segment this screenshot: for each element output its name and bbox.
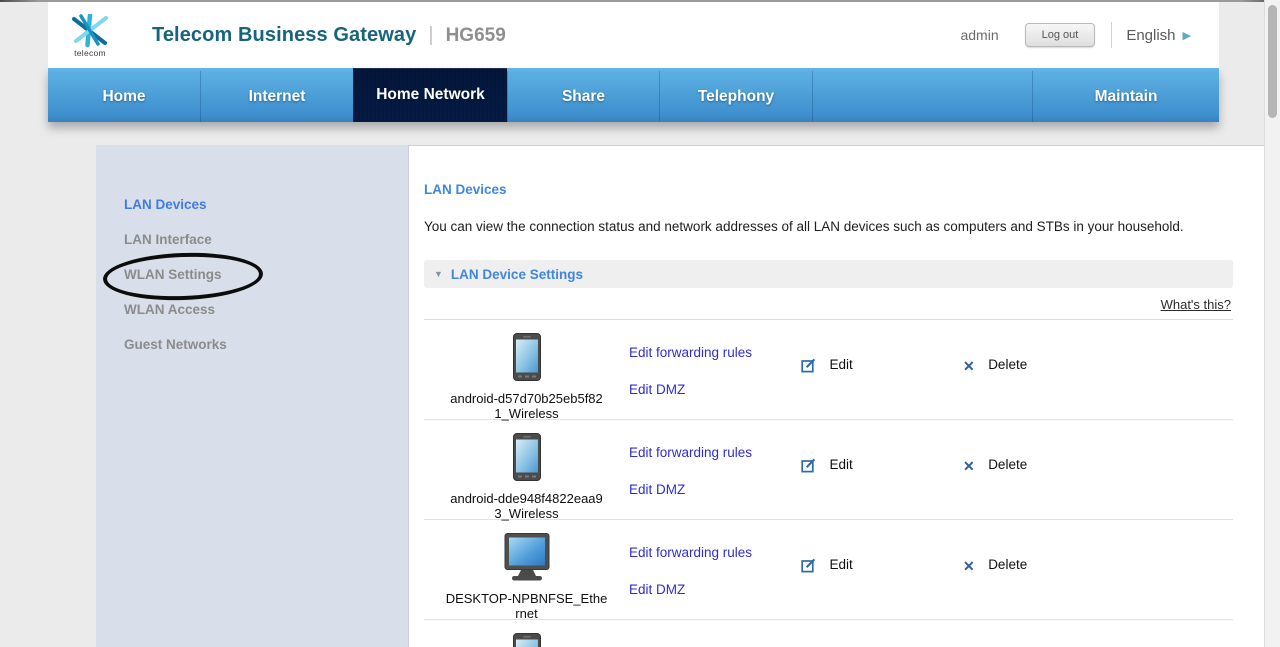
- edit-button[interactable]: Edit: [801, 620, 963, 647]
- delete-button[interactable]: ✕ Delete: [963, 520, 1233, 619]
- main-navbar: Home Internet Home Network Share Telepho…: [48, 68, 1219, 122]
- edit-label[interactable]: Edit: [829, 357, 852, 372]
- edit-label[interactable]: Edit: [829, 457, 852, 472]
- edit-dmz-link[interactable]: Edit DMZ: [629, 382, 801, 397]
- tab-maintain[interactable]: Maintain: [1032, 71, 1219, 122]
- tab-home[interactable]: Home: [48, 71, 200, 122]
- logo-wordmark: telecom: [62, 48, 118, 58]
- scrollbar-thumb[interactable]: [1268, 5, 1277, 118]
- delete-label[interactable]: Delete: [988, 357, 1027, 372]
- edit-button[interactable]: Edit: [801, 320, 963, 419]
- title-separator: |: [428, 24, 433, 47]
- device-row: android-d57d70b25eb5f821_Wireless Edit f…: [424, 320, 1233, 420]
- delete-x-icon[interactable]: ✕: [963, 558, 975, 574]
- tab-internet[interactable]: Internet: [200, 71, 353, 122]
- telecom-logo: telecom: [62, 12, 118, 58]
- collapse-triangle-icon: ▼: [434, 269, 443, 279]
- sidebar-item-guest-networks[interactable]: Guest Networks: [96, 327, 408, 362]
- whats-this-link[interactable]: What's this?: [1161, 297, 1231, 312]
- edit-pencil-icon[interactable]: [801, 558, 816, 573]
- window-top-edge: [0, 0, 1280, 2]
- section-description: You can view the connection status and n…: [424, 219, 1233, 234]
- sidebar-item-lan-devices[interactable]: LAN Devices: [96, 187, 408, 222]
- edit-label[interactable]: Edit: [829, 557, 852, 572]
- desktop-icon: [500, 568, 554, 585]
- scrollbar-track[interactable]: [1264, 0, 1280, 647]
- sidebar-item-wlan-settings[interactable]: WLAN Settings: [96, 257, 408, 292]
- device-name: DESKTOP-NPBNFSE_Ethernet: [424, 591, 629, 621]
- lan-device-settings-toggle[interactable]: ▼ LAN Device Settings: [424, 260, 1233, 288]
- logout-button[interactable]: Log out: [1025, 23, 1096, 47]
- edit-button[interactable]: Edit: [801, 520, 963, 619]
- username-label: admin: [960, 27, 998, 43]
- header: telecom Telecom Business Gateway | HG659…: [48, 2, 1219, 68]
- delete-button[interactable]: ✕ Delete: [963, 320, 1233, 419]
- device-name: android-dde948f4822eaa93_Wireless: [424, 491, 629, 521]
- edit-forwarding-link[interactable]: Edit forwarding rules: [629, 545, 801, 560]
- delete-label[interactable]: Delete: [988, 557, 1027, 572]
- section-title: LAN Devices: [424, 182, 1233, 197]
- delete-button[interactable]: ✕ Delete: [963, 420, 1233, 519]
- edit-button[interactable]: Edit: [801, 420, 963, 519]
- tab-spacer: [812, 71, 1032, 122]
- model-number: HG659: [446, 25, 506, 47]
- page-title: Telecom Business Gateway: [152, 24, 416, 47]
- device-row: Edit forwarding rules Edit DMZ Edit ✕ De…: [424, 620, 1233, 647]
- device-row: android-dde948f4822eaa93_Wireless Edit f…: [424, 420, 1233, 520]
- delete-button[interactable]: ✕ Delete: [963, 620, 1233, 647]
- edit-pencil-icon[interactable]: [801, 458, 816, 473]
- phone-icon: [513, 368, 541, 385]
- sidebar: LAN Devices LAN Interface WLAN Settings …: [96, 145, 408, 647]
- edit-forwarding-link[interactable]: Edit forwarding rules: [629, 345, 801, 360]
- edit-forwarding-link[interactable]: Edit forwarding rules: [629, 445, 801, 460]
- device-list: android-d57d70b25eb5f821_Wireless Edit f…: [424, 320, 1233, 647]
- sidebar-item-wlan-access[interactable]: WLAN Access: [96, 292, 408, 327]
- tab-share[interactable]: Share: [507, 71, 659, 122]
- delete-x-icon[interactable]: ✕: [963, 458, 975, 474]
- lan-device-settings-label: LAN Device Settings: [451, 267, 583, 282]
- tab-home-network[interactable]: Home Network: [353, 68, 507, 122]
- device-row: DESKTOP-NPBNFSE_Ethernet Edit forwarding…: [424, 520, 1233, 620]
- sidebar-item-lan-interface[interactable]: LAN Interface: [96, 222, 408, 257]
- tab-telephony[interactable]: Telephony: [659, 71, 812, 122]
- language-selector[interactable]: English: [1126, 27, 1175, 44]
- delete-label[interactable]: Delete: [988, 457, 1027, 472]
- edit-pencil-icon[interactable]: [801, 358, 816, 373]
- delete-x-icon[interactable]: ✕: [963, 358, 975, 374]
- edit-dmz-link[interactable]: Edit DMZ: [629, 582, 801, 597]
- device-name: android-d57d70b25eb5f821_Wireless: [424, 391, 629, 421]
- spark-logo-icon: [67, 14, 113, 50]
- main-panel: LAN Devices You can view the connection …: [408, 145, 1267, 647]
- edit-dmz-link[interactable]: Edit DMZ: [629, 482, 801, 497]
- language-arrow-icon[interactable]: ▶: [1183, 29, 1191, 42]
- phone-icon: [513, 468, 541, 485]
- header-divider: [1111, 22, 1112, 48]
